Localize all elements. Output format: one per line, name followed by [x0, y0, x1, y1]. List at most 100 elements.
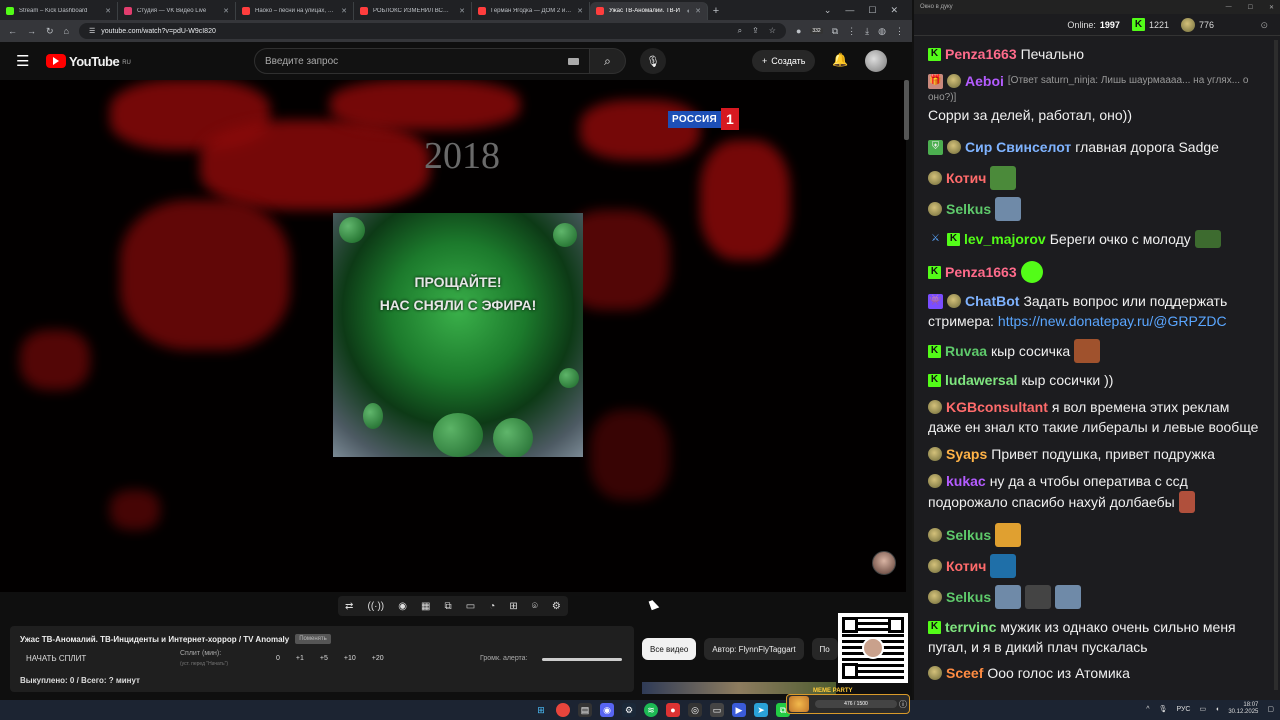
chat-message: K Penza1663 [928, 261, 1272, 283]
site-info-icon[interactable]: ☰ [89, 27, 95, 35]
search-input[interactable]: Введите запрос [254, 48, 590, 74]
search-button[interactable]: ⌕ [590, 48, 626, 74]
folder-icon[interactable]: ▤ [578, 703, 592, 717]
home-icon[interactable]: ⌂ [64, 26, 69, 36]
minimize-icon[interactable]: — [845, 5, 854, 15]
loop-icon[interactable]: ⇄ [345, 601, 353, 612]
discord-icon[interactable]: ◉ [600, 703, 614, 717]
donate-link[interactable]: https://new.donatepay.ru/@GRPZDC [998, 311, 1227, 331]
menu-icon[interactable]: ⋮ [847, 26, 856, 37]
add-icon[interactable]: ⊞ [509, 601, 517, 612]
download-icon[interactable]: ⤓ [865, 26, 869, 37]
clock[interactable]: 18:07 30.12.2025 [1228, 702, 1258, 716]
close-icon[interactable]: ✕ [223, 7, 229, 15]
zoom-icon[interactable]: ⌕ [738, 26, 742, 36]
chip-all-videos[interactable]: Все видео [642, 638, 697, 660]
share-icon[interactable]: ⇪ [752, 26, 759, 36]
reload-icon[interactable]: ↻ [46, 26, 54, 37]
recommended-thumbnail[interactable] [642, 682, 836, 694]
new-tab-button[interactable]: + [708, 2, 724, 20]
tab-youtube-3[interactable]: Герман Ягодка — ДОМ 2 и ал ✕ [472, 2, 590, 20]
pepe-badge-icon [947, 140, 961, 154]
info-icon[interactable]: ⓘ [899, 699, 907, 710]
tab-search-icon[interactable]: ⌄ [824, 5, 832, 16]
alert-volume-slider[interactable] [542, 658, 622, 661]
extension-badge-icon[interactable]: 332 [810, 28, 823, 34]
video-player[interactable]: 2018 РОССИЯ 1 ПРОЩАЙТЕ! НАС СНЯЛИ С ЭФИР… [0, 80, 906, 592]
hamburger-menu-icon[interactable]: ☰ [16, 52, 40, 70]
channel-watermark-avatar[interactable] [872, 551, 896, 575]
maximize-icon[interactable]: ☐ [868, 5, 876, 16]
telegram-icon[interactable]: ➤ [754, 703, 768, 717]
close-icon[interactable]: ✕ [459, 7, 465, 15]
close-icon[interactable]: ✕ [105, 7, 111, 15]
close-icon[interactable]: ✕ [1269, 4, 1274, 11]
address-bar[interactable]: ☰ youtube.com/watch?v=pdU-W9cI820 ⌕ ⇪ ☆ [78, 23, 786, 39]
close-icon[interactable]: ✕ [577, 7, 583, 15]
tab-youtube-active[interactable]: Ужас ТВ-Аномалий. ТВ-И ◖ ✕ [590, 2, 708, 20]
change-button[interactable]: Поменять [295, 634, 331, 644]
minimize-icon[interactable]: — [1226, 4, 1232, 11]
tab-youtube-2[interactable]: РОБЛОКС ИЗМЕНИЛ ВСЮ М ✕ [354, 2, 472, 20]
eye-icon[interactable]: ◉ [398, 601, 407, 612]
media-icon[interactable]: ▶ [732, 703, 746, 717]
create-button[interactable]: + Создать [752, 50, 816, 72]
extension-circle-icon[interactable]: ● [796, 26, 801, 36]
obs-icon[interactable]: ◎ [688, 703, 702, 717]
more-icon[interactable]: ⋮ [895, 26, 904, 37]
chat-message: 🎁 Aeboi [Ответ saturn_ninja: Лишь шаурмааа… [928, 73, 1248, 123]
start-split-button[interactable]: НАЧАТЬ СПЛИТ [26, 654, 86, 663]
lang-indicator[interactable]: РУС [1176, 706, 1190, 713]
close-icon[interactable]: ✕ [695, 7, 701, 15]
profile-icon[interactable]: ◍ [878, 26, 886, 37]
chip-author[interactable]: Автор: FlynnFlyTaggart [704, 638, 804, 660]
split-add-20-button[interactable]: +20 [372, 655, 384, 662]
clapper-icon[interactable]: ▦ [421, 601, 430, 612]
voice-search-button[interactable]: 🎙 [640, 48, 666, 74]
network-icon[interactable]: ▭ [1199, 705, 1206, 713]
picture-in-picture-icon[interactable]: ⧉ [445, 601, 452, 612]
maximize-icon[interactable]: ☐ [1248, 4, 1253, 11]
chrome-icon[interactable] [556, 703, 570, 717]
split-add-1-button[interactable]: +1 [296, 655, 304, 662]
broadcast-icon[interactable]: ((·)) [367, 601, 384, 612]
theater-icon[interactable]: ▭ [466, 601, 475, 612]
chat-message: Selkus [928, 523, 1272, 547]
party-face-icon [789, 696, 809, 712]
forward-icon[interactable]: → [27, 26, 36, 36]
chat-scrollbar[interactable] [1274, 40, 1278, 690]
spotify-icon[interactable]: ≋ [644, 703, 658, 717]
chat-message: kukac ну да а чтобы оператива с ссд подор… [928, 471, 1272, 513]
record-icon[interactable]: ● [666, 703, 680, 717]
chevron-up-icon[interactable]: ^ [1146, 706, 1149, 713]
speaker-icon[interactable]: ◖ [686, 8, 690, 15]
bookmark-star-icon[interactable]: ☆ [769, 26, 776, 36]
close-window-icon[interactable]: ✕ [890, 5, 898, 16]
notification-icon[interactable]: ▢ [1267, 705, 1274, 713]
close-icon[interactable]: ✕ [341, 7, 347, 15]
smile-emote-icon [1020, 261, 1043, 283]
split-add-5-button[interactable]: +5 [320, 655, 328, 662]
speedometer-icon[interactable]: ◔ [489, 601, 495, 612]
steam-icon[interactable]: ⚙ [622, 703, 636, 717]
chip-related[interactable]: По [811, 638, 838, 660]
back-icon[interactable]: ← [8, 26, 17, 36]
page-scrollbar[interactable] [904, 80, 909, 140]
split-add-10-button[interactable]: +10 [344, 655, 356, 662]
settings-gear-icon[interactable]: ⚙ [552, 601, 561, 612]
tab-youtube-1[interactable]: Наоко – песни на улицах, арс ✕ [236, 2, 354, 20]
camera-icon[interactable]: ⌾ [532, 601, 538, 612]
app-icon[interactable]: ▭ [710, 703, 724, 717]
volume-icon[interactable]: ◖ [1215, 706, 1219, 713]
tab-kick[interactable]: Stream – Kick Dashboard ✕ [0, 2, 118, 20]
split-value-0[interactable]: 0 [276, 655, 280, 662]
keyboard-icon[interactable] [568, 57, 579, 65]
mic-tray-icon[interactable]: 🎙 [1159, 705, 1168, 713]
start-icon[interactable]: ⊞ [534, 703, 548, 717]
youtube-logo[interactable]: YouTube RU [46, 54, 131, 69]
notifications-bell-icon[interactable]: 🔔 [832, 52, 848, 68]
tab-vk[interactable]: Студия — VK Видео Live ✕ [118, 2, 236, 20]
extensions-icon[interactable]: ⧉ [832, 26, 838, 37]
chat-settings-icon[interactable]: ⊙ [1260, 20, 1268, 31]
account-avatar[interactable] [865, 50, 887, 72]
